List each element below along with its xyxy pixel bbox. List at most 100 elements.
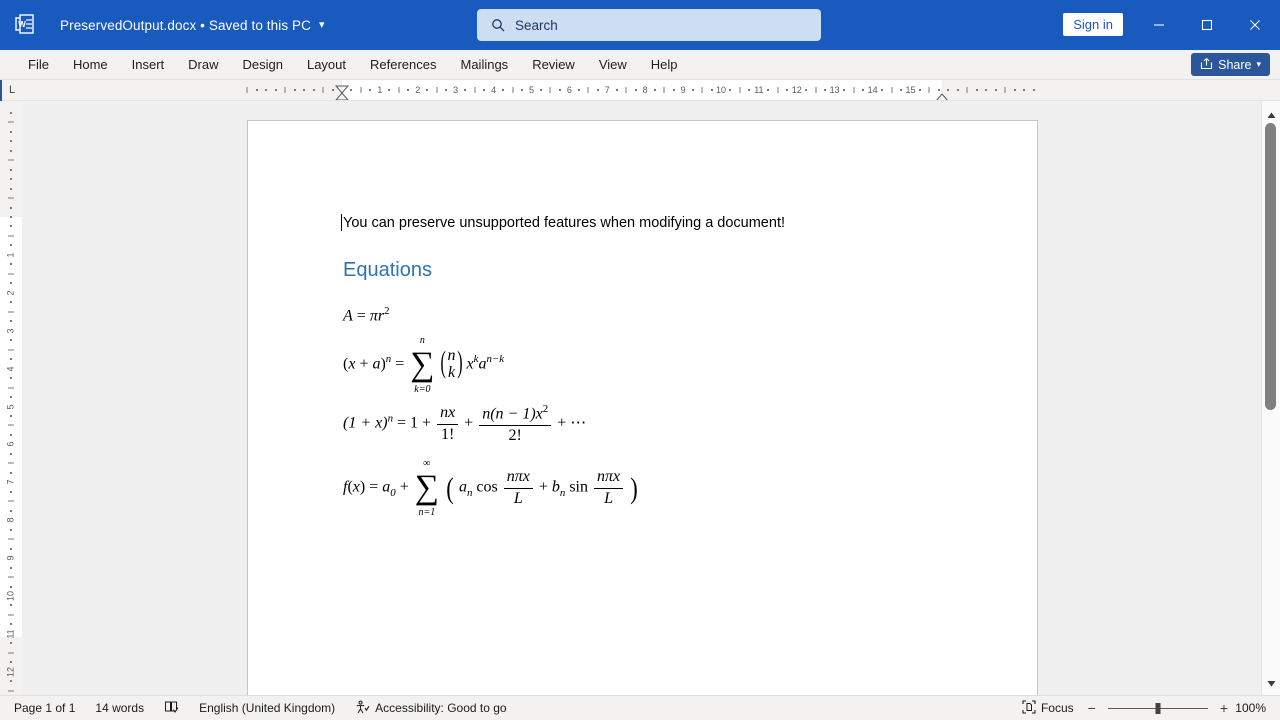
vertical-ruler-tick bbox=[10, 178, 12, 180]
vertical-scrollbar[interactable] bbox=[1261, 101, 1280, 696]
vertical-ruler-tick bbox=[8, 235, 14, 236]
ruler-tick bbox=[957, 89, 959, 91]
zoom-out-button[interactable]: − bbox=[1084, 700, 1100, 716]
document-canvas[interactable]: You can preserve unsupported features wh… bbox=[22, 101, 1262, 696]
ruler-tick bbox=[729, 89, 731, 91]
sigma-icon: ∑ bbox=[410, 350, 434, 380]
tab-draw[interactable]: Draw bbox=[176, 50, 230, 79]
ruler-tick bbox=[474, 87, 475, 93]
sign-in-button[interactable]: Sign in bbox=[1063, 13, 1123, 36]
word-count[interactable]: 14 words bbox=[85, 696, 154, 720]
scroll-down-icon[interactable] bbox=[1262, 674, 1280, 692]
zoom-slider[interactable] bbox=[1108, 708, 1208, 709]
ruler-tick bbox=[881, 89, 883, 91]
body-paragraph[interactable]: You can preserve unsupported features wh… bbox=[343, 215, 943, 232]
tab-mailings[interactable]: Mailings bbox=[449, 50, 521, 79]
eq3-f2-num-text: n(n − 1)x bbox=[482, 406, 543, 423]
close-button[interactable] bbox=[1232, 0, 1278, 50]
ruler-tick bbox=[673, 89, 675, 91]
page-content[interactable]: You can preserve unsupported features wh… bbox=[343, 215, 943, 508]
tab-design[interactable]: Design bbox=[231, 50, 295, 79]
ruler-number: 8 bbox=[643, 86, 648, 95]
equation-binomial-series[interactable]: (1 + x)n = 1 + nx 1! + n(n − 1)x2 2! + ⋯ bbox=[343, 403, 943, 445]
horizontal-ruler[interactable]: L 123456789101112131415 bbox=[0, 80, 1280, 101]
eq1-exponent: 2 bbox=[384, 305, 389, 317]
tab-file[interactable]: File bbox=[16, 50, 61, 79]
zoom-in-button[interactable]: + bbox=[1216, 700, 1232, 716]
ruler-tick bbox=[1023, 89, 1025, 91]
scrollbar-thumb[interactable] bbox=[1265, 123, 1276, 410]
ruler-tick bbox=[1033, 89, 1035, 91]
zoom-slider-track bbox=[1108, 708, 1208, 709]
ruler-tick bbox=[588, 87, 589, 93]
share-button[interactable]: Share ▾ bbox=[1191, 53, 1270, 76]
eq4-sum-lower: n=1 bbox=[418, 507, 435, 518]
vertical-ruler[interactable]: 123456789101112 bbox=[0, 101, 23, 696]
zoom-slider-handle[interactable] bbox=[1155, 703, 1160, 714]
eq3-lhs: (1 + x) bbox=[343, 415, 388, 432]
vertical-ruler-tick bbox=[10, 680, 12, 682]
tab-layout[interactable]: Layout bbox=[295, 50, 358, 79]
language-status[interactable]: English (United Kingdom) bbox=[189, 696, 345, 720]
title-bar: W PreservedOutput.docx • Saved to this P… bbox=[0, 0, 1280, 50]
vertical-ruler-tick bbox=[10, 320, 12, 322]
vertical-ruler-tick bbox=[10, 661, 12, 663]
ruler-tick bbox=[578, 89, 580, 91]
vertical-ruler-tick bbox=[10, 263, 12, 265]
ruler-tick bbox=[995, 89, 997, 91]
zoom-level[interactable]: 100% bbox=[1232, 701, 1266, 715]
vertical-ruler-tick bbox=[8, 387, 14, 388]
search-input[interactable]: Search bbox=[477, 9, 821, 41]
tab-review[interactable]: Review bbox=[520, 50, 587, 79]
ruler-number: 4 bbox=[491, 86, 496, 95]
vruler-page-area bbox=[0, 217, 22, 637]
eq2-binom-top: n bbox=[448, 348, 456, 365]
equation-fourier-series[interactable]: f(x) = a0 + ∞ ∑ n=1 ( an cos nπx L bbox=[343, 468, 943, 508]
document-page[interactable]: You can preserve unsupported features wh… bbox=[247, 120, 1038, 696]
ruler-number: 11 bbox=[754, 86, 763, 95]
chevron-down-icon[interactable]: ▾ bbox=[319, 20, 325, 31]
ruler-tick bbox=[843, 89, 845, 91]
focus-mode-button[interactable]: Focus bbox=[1012, 696, 1084, 720]
eq3-fraction-2: n(n − 1)x2 2! bbox=[479, 403, 551, 445]
tab-help[interactable]: Help bbox=[639, 50, 690, 79]
eq4-paren-close: ) bbox=[360, 479, 365, 496]
ruler-number: 9 bbox=[681, 86, 686, 95]
eq2-summation: n ∑ k=0 bbox=[410, 350, 434, 380]
vertical-ruler-number: 12 bbox=[7, 667, 16, 677]
equation-binomial-theorem[interactable]: (x + a)n = n ∑ k=0 ( n k ) xkan− bbox=[343, 348, 943, 382]
right-indent-marker[interactable] bbox=[935, 89, 949, 101]
accessibility-status[interactable]: Accessibility: Good to go bbox=[345, 696, 516, 720]
ruler-tick bbox=[398, 87, 399, 93]
ruler-number: 10 bbox=[716, 86, 726, 95]
tab-references[interactable]: References bbox=[358, 50, 448, 79]
ruler-tick bbox=[483, 89, 485, 91]
body-paragraph-text: You can preserve unsupported features wh… bbox=[343, 215, 785, 231]
eq2-binomial-coefficient: ( n k ) bbox=[441, 348, 463, 382]
minimize-button[interactable] bbox=[1136, 0, 1182, 50]
equation-area-circle[interactable]: A = πr2 bbox=[343, 305, 943, 325]
vertical-ruler-number: 7 bbox=[7, 480, 16, 485]
ruler-tick bbox=[862, 89, 864, 91]
vertical-ruler-tick bbox=[8, 501, 14, 502]
tab-home[interactable]: Home bbox=[61, 50, 120, 79]
proofing-status[interactable] bbox=[154, 696, 189, 720]
tab-insert[interactable]: Insert bbox=[120, 50, 177, 79]
ruler-tick bbox=[360, 87, 361, 93]
ruler-tick bbox=[664, 87, 665, 93]
ruler-tick bbox=[521, 89, 523, 91]
ruler-tick bbox=[464, 89, 466, 91]
ruler-tick bbox=[702, 87, 703, 93]
heading-equations[interactable]: Equations bbox=[343, 258, 943, 282]
share-label: Share bbox=[1218, 58, 1251, 72]
eq3-f1-numerator: nx bbox=[437, 404, 458, 424]
focus-label: Focus bbox=[1041, 701, 1074, 715]
scroll-up-icon[interactable] bbox=[1262, 106, 1280, 124]
tab-view[interactable]: View bbox=[587, 50, 639, 79]
eq4-fraction-1: nπx L bbox=[504, 468, 533, 508]
vertical-ruler-tick bbox=[10, 586, 12, 588]
vertical-ruler-tick bbox=[10, 604, 12, 606]
maximize-button[interactable] bbox=[1184, 0, 1230, 50]
vertical-ruler-tick bbox=[10, 225, 12, 227]
page-count[interactable]: Page 1 of 1 bbox=[0, 696, 85, 720]
